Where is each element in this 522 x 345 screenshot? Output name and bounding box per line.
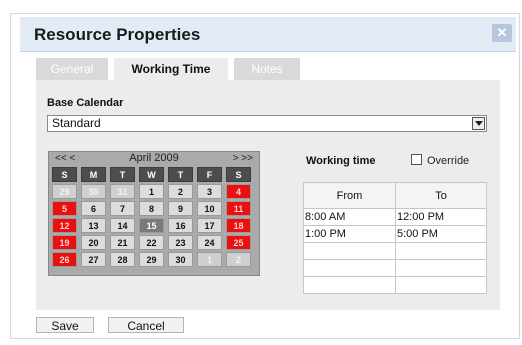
calendar-day[interactable]: 2 xyxy=(226,252,251,267)
calendar-day[interactable]: 31 xyxy=(110,184,135,199)
dropdown-arrow-icon[interactable] xyxy=(472,117,485,130)
table-row xyxy=(303,276,487,294)
calendar-day[interactable]: 28 xyxy=(110,252,135,267)
column-header-from: From xyxy=(303,182,396,209)
working-time-table: From To 8:00 AM 12:00 PM 1:00 PM 5:00 PM xyxy=(303,182,487,294)
weekday-header: M xyxy=(81,167,106,182)
calendar-day[interactable]: 26 xyxy=(52,252,77,267)
from-cell[interactable] xyxy=(303,242,396,260)
calendar-day[interactable]: 12 xyxy=(52,218,77,233)
from-cell[interactable] xyxy=(303,259,396,277)
base-calendar-label: Base Calendar xyxy=(47,97,124,109)
calendar-day[interactable]: 1 xyxy=(139,184,164,199)
calendar-day[interactable]: 15 xyxy=(139,218,164,233)
calendar-day[interactable]: 18 xyxy=(226,218,251,233)
calendar-day[interactable]: 2 xyxy=(168,184,193,199)
calendar-day[interactable]: 6 xyxy=(81,201,106,216)
from-cell[interactable]: 1:00 PM xyxy=(303,225,396,243)
base-calendar-select[interactable]: Standard xyxy=(47,115,487,132)
override-label: Override xyxy=(427,155,470,167)
to-cell[interactable] xyxy=(395,259,487,277)
calendar-next-button[interactable]: > >> xyxy=(233,153,253,164)
calendar-day[interactable]: 3 xyxy=(197,184,222,199)
dialog-titlebar: Resource Properties ✕ xyxy=(20,17,516,52)
calendar-day[interactable]: 24 xyxy=(197,235,222,250)
from-cell[interactable] xyxy=(303,276,396,294)
calendar-day[interactable]: 27 xyxy=(81,252,106,267)
calendar-day[interactable]: 14 xyxy=(110,218,135,233)
calendar-day[interactable]: 30 xyxy=(81,184,106,199)
calendar-day[interactable]: 1 xyxy=(197,252,222,267)
weekday-header: T xyxy=(168,167,193,182)
save-button[interactable]: Save xyxy=(36,317,94,333)
cancel-button[interactable]: Cancel xyxy=(108,317,184,333)
calendar-day[interactable]: 5 xyxy=(52,201,77,216)
to-cell[interactable]: 5:00 PM xyxy=(395,225,487,243)
calendar-day[interactable]: 21 xyxy=(110,235,135,250)
table-row: 1:00 PM 5:00 PM xyxy=(303,225,487,243)
override-checkbox[interactable] xyxy=(411,154,422,165)
to-cell[interactable] xyxy=(395,242,487,260)
base-calendar-value: Standard xyxy=(52,116,101,130)
mini-calendar: << < April 2009 > >> S M T W T F S 29 30 31 1 2 3 4 5 6… xyxy=(48,151,260,276)
calendar-day[interactable]: 25 xyxy=(226,235,251,250)
calendar-day[interactable]: 29 xyxy=(52,184,77,199)
column-header-to: To xyxy=(395,182,487,209)
table-row xyxy=(303,259,487,277)
calendar-day[interactable]: 11 xyxy=(226,201,251,216)
table-row xyxy=(303,242,487,260)
calendar-day[interactable]: 10 xyxy=(197,201,222,216)
tab-general[interactable]: General xyxy=(36,58,108,80)
tab-working-time[interactable]: Working Time xyxy=(114,58,228,80)
weekday-header: S xyxy=(226,167,251,182)
weekday-header: T xyxy=(110,167,135,182)
weekday-header: W xyxy=(139,167,164,182)
weekday-header: F xyxy=(197,167,222,182)
calendar-day[interactable]: 7 xyxy=(110,201,135,216)
calendar-month-label: April 2009 xyxy=(129,152,179,164)
from-cell[interactable]: 8:00 AM xyxy=(303,208,396,226)
dialog-title: Resource Properties xyxy=(34,25,201,44)
calendar-day[interactable]: 30 xyxy=(168,252,193,267)
calendar-day[interactable]: 16 xyxy=(168,218,193,233)
calendar-day[interactable]: 17 xyxy=(197,218,222,233)
to-cell[interactable] xyxy=(395,276,487,294)
to-cell[interactable]: 12:00 PM xyxy=(395,208,487,226)
calendar-day[interactable]: 20 xyxy=(81,235,106,250)
calendar-day[interactable]: 4 xyxy=(226,184,251,199)
weekday-header: S xyxy=(52,167,77,182)
calendar-day[interactable]: 29 xyxy=(139,252,164,267)
calendar-day[interactable]: 19 xyxy=(52,235,77,250)
table-row: 8:00 AM 12:00 PM xyxy=(303,208,487,226)
calendar-day[interactable]: 22 xyxy=(139,235,164,250)
calendar-day[interactable]: 8 xyxy=(139,201,164,216)
calendar-day[interactable]: 13 xyxy=(81,218,106,233)
tab-notes[interactable]: Notes xyxy=(234,58,300,80)
calendar-day[interactable]: 23 xyxy=(168,235,193,250)
working-time-label: Working time xyxy=(306,155,376,167)
calendar-header: << < April 2009 > >> xyxy=(49,152,259,166)
calendar-day[interactable]: 9 xyxy=(168,201,193,216)
close-icon[interactable]: ✕ xyxy=(492,24,512,42)
